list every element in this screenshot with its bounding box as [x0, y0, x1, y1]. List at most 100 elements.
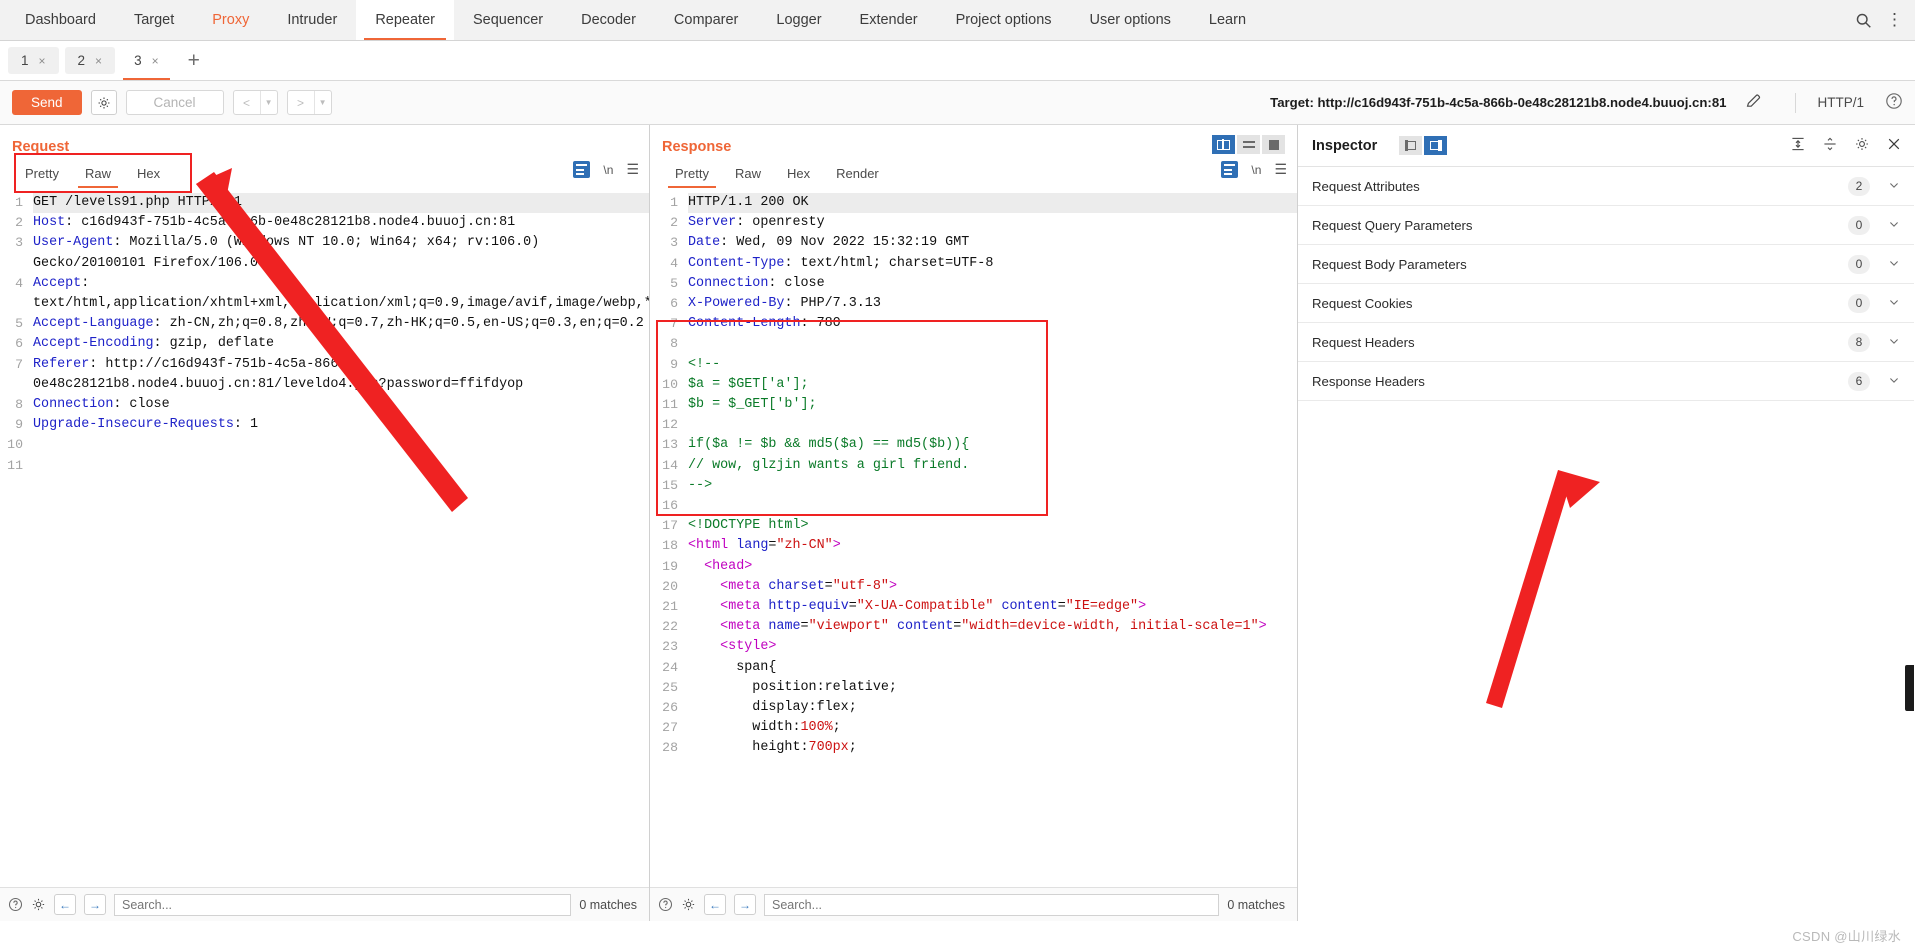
expand-all-icon[interactable]: [1787, 136, 1809, 156]
cancel-button[interactable]: Cancel: [125, 90, 224, 115]
single-pane-icon[interactable]: [1262, 135, 1285, 154]
repeater-tab-3[interactable]: 3 ×: [121, 47, 172, 80]
gear-icon[interactable]: [31, 897, 46, 912]
code-token: position:relative;: [752, 679, 897, 695]
request-subtabs: Pretty Raw Hex \n ☰: [0, 155, 649, 188]
menu-item-comparer[interactable]: Comparer: [655, 0, 757, 40]
menu-item-target[interactable]: Target: [115, 0, 193, 40]
menu-overflow-icon[interactable]: ⋮: [1882, 0, 1915, 40]
response-search-bar: ← → 0 matches: [650, 887, 1297, 921]
prev-request-button[interactable]: < ▼: [232, 90, 278, 115]
menu-item-proxy[interactable]: Proxy: [193, 0, 268, 40]
menu-search-icon[interactable]: [1855, 0, 1882, 40]
search-next-button[interactable]: →: [84, 894, 106, 915]
response-search-input[interactable]: [764, 893, 1220, 916]
menu-item-extender[interactable]: Extender: [841, 0, 937, 40]
next-request-button[interactable]: > ▼: [286, 90, 332, 115]
inspector-row-count: 0: [1848, 215, 1870, 235]
wrap-lines-icon[interactable]: [1221, 161, 1239, 178]
chevron-down-icon[interactable]: [1888, 218, 1900, 233]
wrap-lines-icon[interactable]: [573, 161, 591, 178]
inspector-row-request-cookies[interactable]: Request Cookies 0: [1298, 284, 1914, 323]
request-editor[interactable]: 1 2 3 4 5 6 7 8 9 10 11 GET /levels91.php HTTP/1.1…: [0, 193, 649, 887]
response-code-text[interactable]: HTTP/1.1 200 OK Server: openresty Date: We…: [683, 193, 1297, 887]
request-tab-hex[interactable]: Hex: [124, 164, 173, 188]
newline-toggle[interactable]: \n: [1251, 163, 1261, 177]
chevron-down-icon[interactable]: [1888, 374, 1900, 389]
menu-item-project-options[interactable]: Project options: [937, 0, 1071, 40]
split-vertical-icon[interactable]: [1212, 135, 1235, 154]
question-circle-icon[interactable]: [8, 897, 23, 912]
chevron-down-icon[interactable]: [1888, 179, 1900, 194]
code-token: meta: [728, 619, 761, 635]
response-tab-pretty[interactable]: Pretty: [662, 164, 722, 188]
menu-item-user-options[interactable]: User options: [1071, 0, 1190, 40]
code-line: <!DOCTYPE html>: [688, 516, 1297, 536]
menu-item-intruder[interactable]: Intruder: [268, 0, 356, 40]
chevron-down-icon[interactable]: [1888, 335, 1900, 350]
close-icon[interactable]: ×: [95, 54, 102, 68]
code-line: ​: [688, 415, 1297, 435]
menu-item-learn[interactable]: Learn: [1190, 0, 1265, 40]
inspector-row-request-headers[interactable]: Request Headers 8: [1298, 323, 1914, 362]
menu-item-dashboard[interactable]: Dashboard: [6, 0, 115, 40]
repeater-tab-2[interactable]: 2 ×: [64, 47, 116, 74]
response-tab-render[interactable]: Render: [823, 164, 892, 188]
close-icon[interactable]: ×: [39, 54, 46, 68]
inspector-row-request-query-parameters[interactable]: Request Query Parameters 0: [1298, 206, 1914, 245]
request-search-input[interactable]: [114, 893, 572, 916]
repeater-tab-1[interactable]: 1 ×: [8, 47, 59, 74]
response-tab-raw[interactable]: Raw: [722, 164, 774, 188]
response-editor[interactable]: 1 2 3 4 5 6 7 8 9 10 11 12 13 14 15 16 17 18 19 20 21 22 23 24 2…: [650, 193, 1297, 887]
close-icon[interactable]: ×: [152, 54, 159, 68]
gear-icon[interactable]: [681, 897, 696, 912]
menu-item-logger[interactable]: Logger: [757, 0, 840, 40]
inspector-row-request-attributes[interactable]: Request Attributes 2: [1298, 167, 1914, 206]
gear-icon[interactable]: [1851, 136, 1873, 156]
chevron-down-icon[interactable]: [1888, 257, 1900, 272]
split-horizontal-icon[interactable]: [1237, 135, 1260, 154]
line-number: 18: [662, 538, 678, 554]
line-number: 25: [662, 679, 678, 695]
collapse-all-icon[interactable]: [1819, 136, 1841, 156]
question-circle-icon[interactable]: [1885, 92, 1903, 113]
inspector-row-response-headers[interactable]: Response Headers 6: [1298, 362, 1914, 401]
menu-item-decoder[interactable]: Decoder: [562, 0, 655, 40]
hamburger-icon[interactable]: ☰: [626, 161, 639, 178]
code-token: html: [696, 538, 729, 554]
repeater-tab-label: 3: [134, 53, 142, 68]
inspector-row-request-body-parameters[interactable]: Request Body Parameters 0: [1298, 245, 1914, 284]
search-next-button[interactable]: →: [734, 894, 756, 915]
request-tab-raw[interactable]: Raw: [72, 164, 124, 188]
request-code-text[interactable]: GET /levels91.php HTTP/1.1 Host: c16d943f…: [28, 193, 649, 887]
search-prev-button[interactable]: ←: [704, 894, 726, 915]
menu-item-repeater[interactable]: Repeater: [356, 0, 454, 40]
target-url-label: Target: http://c16d943f-751b-4c5a-866b-0…: [1270, 95, 1727, 110]
prev-dropdown-icon[interactable]: ▼: [259, 91, 277, 114]
pencil-icon[interactable]: [1745, 93, 1762, 113]
menu-item-sequencer[interactable]: Sequencer: [454, 0, 562, 40]
search-prev-button[interactable]: ←: [54, 894, 76, 915]
next-dropdown-icon[interactable]: ▼: [313, 91, 331, 114]
inspector-row-count: 2: [1848, 176, 1870, 196]
inspector-right-dock-icon[interactable]: [1424, 136, 1448, 155]
http-version-label[interactable]: HTTP/1: [1817, 95, 1864, 110]
send-button[interactable]: Send: [12, 90, 82, 115]
request-tab-pretty[interactable]: Pretty: [12, 164, 72, 188]
code-token: =: [824, 578, 833, 594]
gear-icon[interactable]: [90, 90, 117, 115]
code-token: HTTP/1.1 200 OK: [688, 195, 809, 210]
code-token: : http://c16d943f-751b-4c5a-866b-0e48c28…: [33, 356, 524, 392]
hamburger-icon[interactable]: ☰: [1274, 161, 1287, 178]
close-icon[interactable]: [1883, 136, 1904, 156]
question-circle-icon[interactable]: [658, 897, 673, 912]
newline-toggle[interactable]: \n: [603, 163, 613, 177]
code-line: position:relative;: [688, 678, 1297, 698]
code-token: Accept-Encoding: [33, 336, 154, 352]
inspector-left-dock-icon[interactable]: [1399, 136, 1423, 155]
chevron-down-icon[interactable]: [1888, 296, 1900, 311]
response-tab-hex[interactable]: Hex: [774, 164, 823, 188]
side-panel-handle[interactable]: [1905, 665, 1914, 711]
add-tab-button[interactable]: +: [178, 50, 210, 71]
code-token: "utf-8": [832, 578, 889, 594]
